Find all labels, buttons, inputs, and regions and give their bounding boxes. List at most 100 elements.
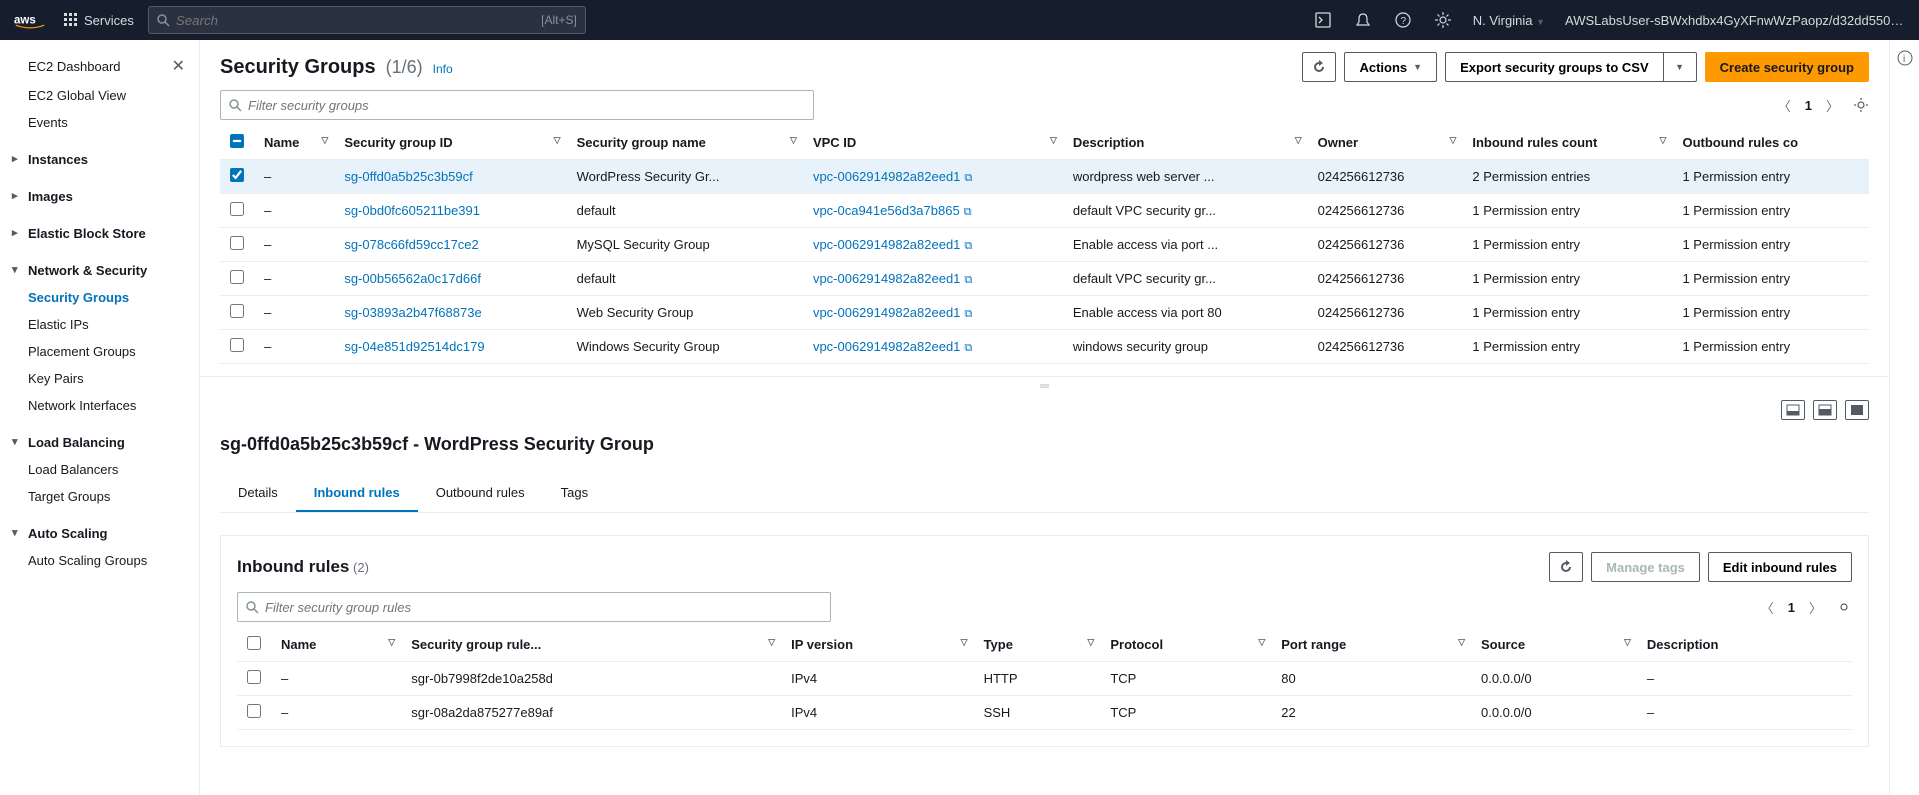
row-checkbox[interactable] — [230, 168, 244, 182]
sg-id-link[interactable]: sg-03893a2b47f68873e — [344, 305, 481, 320]
rules-table-preferences-button[interactable] — [1836, 599, 1852, 615]
table-row[interactable]: –sg-00b56562a0c17d66fdefaultvpc-00629149… — [220, 262, 1869, 296]
column-header-vpc[interactable]: VPC ID▽ — [803, 126, 1063, 160]
panel-splitter[interactable]: ═ — [200, 376, 1889, 394]
table-row[interactable]: –sg-078c66fd59cc17ce2MySQL Security Grou… — [220, 228, 1869, 262]
sidebar-section-load-balancing[interactable]: Load Balancing — [0, 429, 199, 456]
external-link-icon[interactable]: ⧉ — [964, 206, 972, 218]
column-header-outbound[interactable]: Outbound rules co — [1672, 126, 1869, 160]
panel-size-full-button[interactable] — [1845, 400, 1869, 420]
global-search[interactable]: [Alt+S] — [148, 6, 586, 34]
vpc-id-link[interactable]: vpc-0062914982a82eed1 — [813, 339, 960, 354]
sidebar-item-elastic-ips[interactable]: Elastic IPs — [0, 311, 199, 338]
table-row[interactable]: –sgr-0b7998f2de10a258dIPv4HTTPTCP800.0.0… — [237, 662, 1852, 696]
vpc-id-link[interactable]: vpc-0062914982a82eed1 — [813, 305, 960, 320]
external-link-icon[interactable]: ⧉ — [964, 308, 972, 320]
refresh-button[interactable] — [1302, 52, 1336, 82]
sidebar-item-placement-groups[interactable]: Placement Groups — [0, 338, 199, 365]
row-checkbox[interactable] — [230, 338, 244, 352]
rule-column-protocol[interactable]: Protocol▽ — [1100, 628, 1271, 662]
rule-column-ipver[interactable]: IP version▽ — [781, 628, 973, 662]
sidebar-item-target-groups[interactable]: Target Groups — [0, 483, 199, 510]
sidebar-item-ec2-dashboard[interactable]: EC2 Dashboard — [28, 59, 121, 74]
right-rail-info-icon[interactable]: i — [1897, 50, 1913, 66]
rules-page-prev-button[interactable]: 〈 — [1761, 598, 1774, 617]
actions-dropdown-button[interactable]: Actions▼ — [1344, 52, 1437, 82]
column-header-sgname[interactable]: Security group name▽ — [567, 126, 803, 160]
info-link[interactable]: Info — [433, 62, 453, 76]
rules-select-all-checkbox[interactable] — [247, 636, 261, 650]
sidebar-item-events[interactable]: Events — [0, 109, 199, 136]
cloudshell-icon[interactable] — [1313, 10, 1333, 30]
rule-column-name[interactable]: Name▽ — [271, 628, 401, 662]
table-row[interactable]: –sgr-08a2da875277e89afIPv4SSHTCP220.0.0.… — [237, 696, 1852, 730]
row-checkbox[interactable] — [230, 304, 244, 318]
filter-rules[interactable] — [237, 592, 831, 622]
panel-size-medium-button[interactable] — [1813, 400, 1837, 420]
sg-id-link[interactable]: sg-04e851d92514dc179 — [344, 339, 484, 354]
sidebar-item-security-groups[interactable]: Security Groups — [0, 284, 199, 311]
tab-details[interactable]: Details — [220, 475, 296, 512]
inbound-rules-table-scroll[interactable]: Name▽ Security group rule...▽ IP version… — [237, 628, 1852, 730]
external-link-icon[interactable]: ⧉ — [964, 240, 972, 252]
column-header-sgid[interactable]: Security group ID▽ — [334, 126, 566, 160]
help-icon[interactable]: ? — [1393, 10, 1413, 30]
global-search-input[interactable] — [176, 13, 541, 28]
rule-column-type[interactable]: Type▽ — [974, 628, 1101, 662]
sidebar-section-network-security[interactable]: Network & Security — [0, 257, 199, 284]
refresh-rules-button[interactable] — [1549, 552, 1583, 582]
notifications-icon[interactable] — [1353, 10, 1373, 30]
close-sidebar-icon[interactable]: ✕ — [172, 56, 185, 76]
external-link-icon[interactable]: ⧉ — [964, 172, 972, 184]
panel-size-small-button[interactable] — [1781, 400, 1805, 420]
sidebar-section-auto-scaling[interactable]: Auto Scaling — [0, 520, 199, 547]
filter-rules-input[interactable] — [265, 600, 822, 615]
external-link-icon[interactable]: ⧉ — [964, 342, 972, 354]
column-header-desc[interactable]: Description▽ — [1063, 126, 1308, 160]
external-link-icon[interactable]: ⧉ — [964, 274, 972, 286]
tab-inbound-rules[interactable]: Inbound rules — [296, 475, 418, 512]
row-checkbox[interactable] — [247, 670, 261, 684]
export-csv-dropdown-button[interactable]: ▼ — [1663, 52, 1697, 82]
export-csv-button[interactable]: Export security groups to CSV — [1445, 52, 1663, 82]
sidebar-item-ec2-global-view[interactable]: EC2 Global View — [0, 82, 199, 109]
column-header-name[interactable]: Name▽ — [254, 126, 334, 160]
sg-id-link[interactable]: sg-0bd0fc605211be391 — [344, 203, 480, 218]
table-row[interactable]: –sg-04e851d92514dc179Windows Security Gr… — [220, 330, 1869, 364]
page-prev-button[interactable]: 〈 — [1778, 96, 1791, 115]
security-groups-table-scroll[interactable]: Name▽ Security group ID▽ Security group … — [220, 126, 1869, 364]
table-preferences-button[interactable] — [1853, 97, 1869, 113]
vpc-id-link[interactable]: vpc-0ca941e56d3a7b865 — [813, 203, 960, 218]
edit-inbound-rules-button[interactable]: Edit inbound rules — [1708, 552, 1852, 582]
sidebar-item-auto-scaling-groups[interactable]: Auto Scaling Groups — [0, 547, 199, 574]
rule-column-desc[interactable]: Description — [1637, 628, 1852, 662]
services-menu-button[interactable]: Services — [64, 13, 134, 28]
table-row[interactable]: –sg-03893a2b47f68873eWeb Security Groupv… — [220, 296, 1869, 330]
select-all-checkbox[interactable] — [230, 134, 244, 148]
table-row[interactable]: –sg-0ffd0a5b25c3b59cfWordPress Security … — [220, 160, 1869, 194]
tab-tags[interactable]: Tags — [543, 475, 606, 512]
region-selector[interactable]: N. Virginia ▼ — [1473, 13, 1545, 28]
create-security-group-button[interactable]: Create security group — [1705, 52, 1869, 82]
sidebar-item-load-balancers[interactable]: Load Balancers — [0, 456, 199, 483]
column-header-inbound[interactable]: Inbound rules count▽ — [1462, 126, 1672, 160]
sidebar-item-network-interfaces[interactable]: Network Interfaces — [0, 392, 199, 419]
row-checkbox[interactable] — [230, 236, 244, 250]
column-header-owner[interactable]: Owner▽ — [1308, 126, 1463, 160]
filter-security-groups[interactable] — [220, 90, 814, 120]
filter-security-groups-input[interactable] — [248, 98, 805, 113]
sg-id-link[interactable]: sg-078c66fd59cc17ce2 — [344, 237, 478, 252]
vpc-id-link[interactable]: vpc-0062914982a82eed1 — [813, 237, 960, 252]
row-checkbox[interactable] — [230, 202, 244, 216]
vpc-id-link[interactable]: vpc-0062914982a82eed1 — [813, 169, 960, 184]
sg-id-link[interactable]: sg-00b56562a0c17d66f — [344, 271, 481, 286]
sg-id-link[interactable]: sg-0ffd0a5b25c3b59cf — [344, 169, 472, 184]
tab-outbound-rules[interactable]: Outbound rules — [418, 475, 543, 512]
sidebar-item-key-pairs[interactable]: Key Pairs — [0, 365, 199, 392]
sidebar-section-instances[interactable]: Instances — [0, 146, 199, 173]
account-selector[interactable]: AWSLabsUser-sBWxhdbx4GyXFnwWzPaopz/d32dd… — [1565, 13, 1905, 28]
table-row[interactable]: –sg-0bd0fc605211be391defaultvpc-0ca941e5… — [220, 194, 1869, 228]
rules-page-next-button[interactable]: 〉 — [1809, 598, 1822, 617]
sidebar-section-images[interactable]: Images — [0, 183, 199, 210]
row-checkbox[interactable] — [230, 270, 244, 284]
